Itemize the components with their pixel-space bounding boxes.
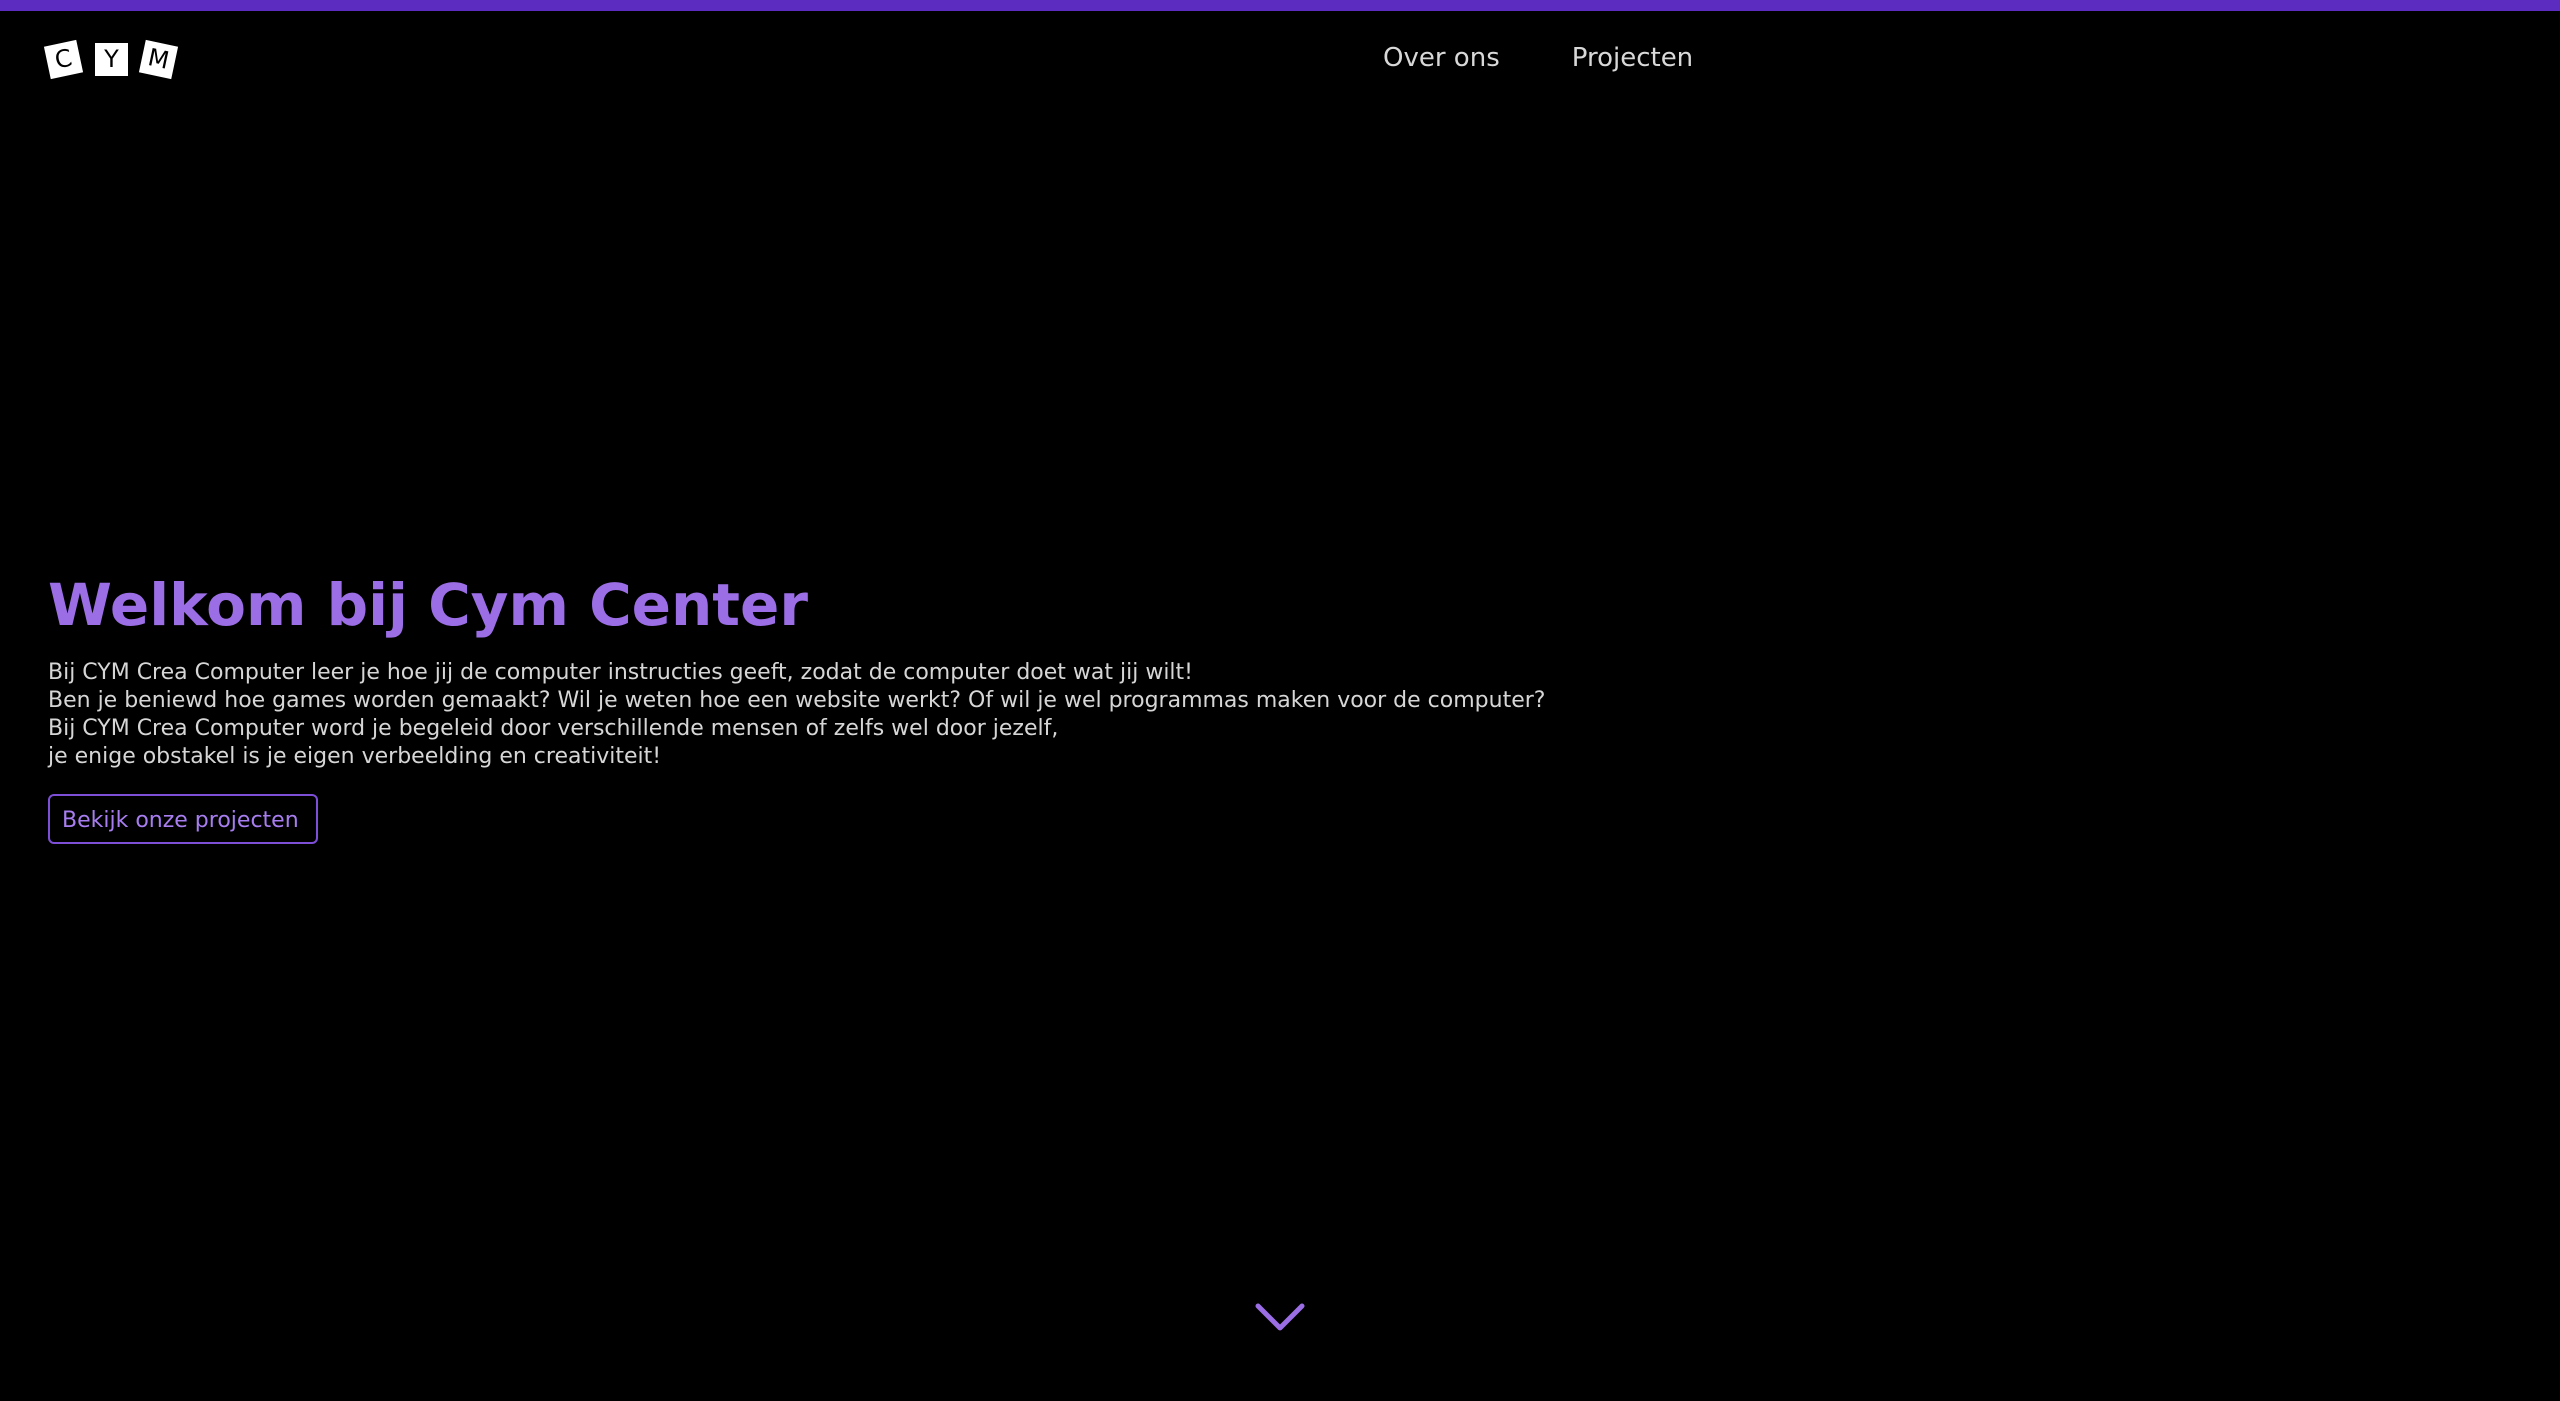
- site-header: C Y M Over ons Projecten: [0, 11, 2560, 111]
- view-projects-button[interactable]: Bekijk onze projecten: [48, 794, 318, 844]
- chevron-down-icon: [1255, 1303, 1305, 1331]
- hero-line: Bij CYM Crea Computer leer je hoe jij de…: [48, 660, 1193, 685]
- logo-letter-y: Y: [95, 43, 128, 76]
- hero-line: Bij CYM Crea Computer word je begeleid d…: [48, 716, 1059, 741]
- logo-letter-c: C: [43, 39, 84, 80]
- top-accent-bar: [0, 0, 2560, 11]
- nav-link-over-ons[interactable]: Over ons: [1383, 41, 1500, 75]
- hero-line: Ben je beniewd hoe games worden gemaakt?…: [48, 688, 1546, 713]
- hero-title: Welkom bij Cym Center: [48, 571, 808, 639]
- logo[interactable]: C Y M: [43, 39, 181, 82]
- scroll-down-button[interactable]: [1255, 1300, 1305, 1336]
- hero-description: Bij CYM Crea Computer leer je hoe jij de…: [48, 659, 1848, 771]
- hero-line: je enige obstakel is je eigen verbeeldin…: [48, 744, 662, 769]
- page: C Y M Over ons Projecten Welkom bij Cym …: [0, 0, 2560, 1401]
- hero-section: Welkom bij Cym Center Bij CYM Crea Compu…: [48, 565, 1848, 844]
- nav-link-projecten[interactable]: Projecten: [1572, 41, 1693, 75]
- main-nav: Over ons Projecten: [1383, 41, 1693, 75]
- logo-letter-m: M: [138, 39, 179, 80]
